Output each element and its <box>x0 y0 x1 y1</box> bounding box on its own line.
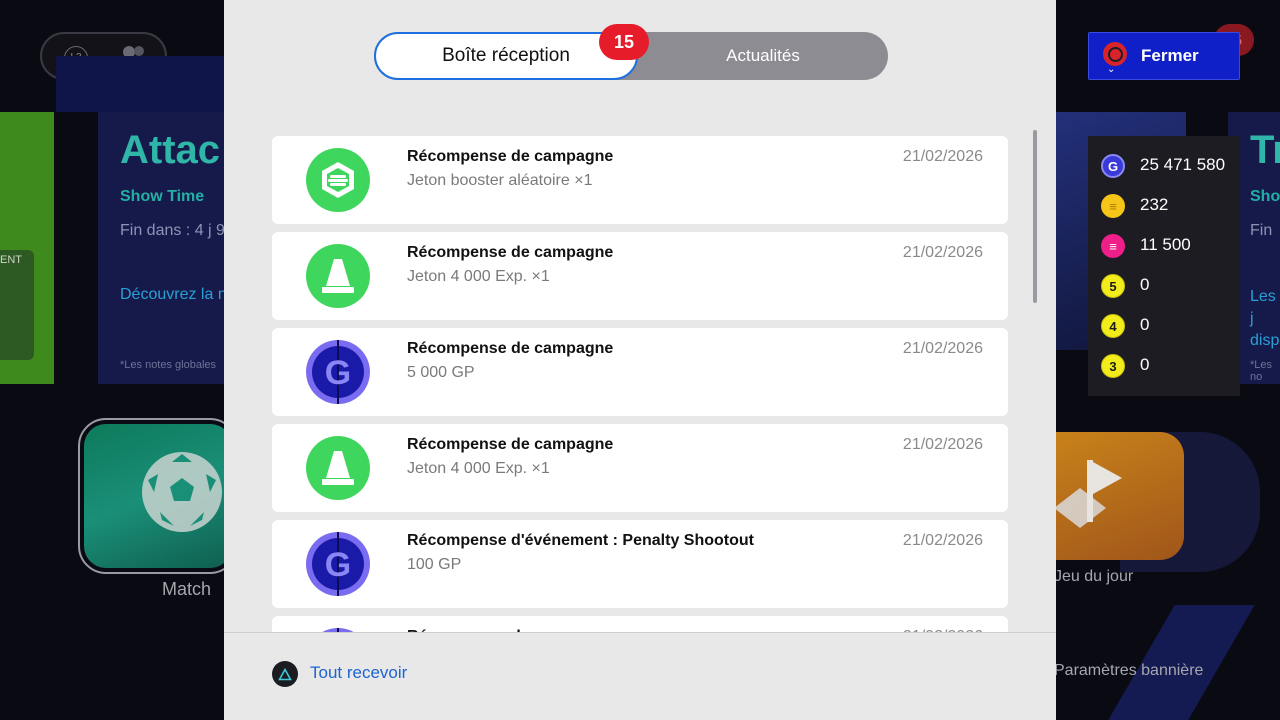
message-item[interactable]: G Récompense d'événement : Penalty Shooto… <box>272 520 1008 608</box>
banner-top-band <box>56 56 226 112</box>
message-subtitle: Jeton booster aléatoire ×1 <box>407 172 593 189</box>
gp-icon: G <box>1101 154 1125 178</box>
booster-token-icon <box>306 148 370 212</box>
currency-row: ≡ 232 <box>1088 186 1240 226</box>
banner-discover: Découvrez la n <box>120 286 227 303</box>
banner-right-text: Les j disp <box>1250 288 1280 349</box>
training-cone-icon <box>306 436 370 500</box>
currency-row: 50 <box>1088 266 1240 306</box>
close-button[interactable]: ⌄ Fermer <box>1088 32 1240 80</box>
currency-row: 40 <box>1088 306 1240 346</box>
banner-settings-label: Paramètres bannière <box>1054 662 1204 679</box>
message-item[interactable]: Récompense de campagne Jeton 4 000 Exp. ×… <box>272 424 1008 512</box>
currency-value: 232 <box>1140 195 1169 214</box>
message-subtitle: 5 000 GP <box>407 364 475 381</box>
message-title: Récompense de campagne <box>407 244 614 261</box>
message-date: 21/02/2026 <box>902 244 983 261</box>
message-title: Récompense de campagne <box>407 148 614 165</box>
tab-bar: Actualités Boîte réception 15 <box>374 24 888 80</box>
message-item[interactable]: Récompense de campagne Jeton 4 000 Exp. ×… <box>272 232 1008 320</box>
currency-row: G 25 471 580 <box>1088 146 1240 186</box>
currency-value: 25 471 580 <box>1140 155 1226 174</box>
message-subtitle: Jeton 4 000 Exp. ×1 <box>407 268 550 285</box>
match-tile <box>78 418 238 574</box>
svg-text:G: G <box>325 546 351 584</box>
modal-footer: Tout recevoir <box>224 632 1056 720</box>
message-item[interactable]: G Récompense de campagne 5 000 GP 21/02/202… <box>272 328 1008 416</box>
banner-title: Attac <box>120 128 221 172</box>
banner-ends: Fin dans : 4 j 9 <box>120 222 225 239</box>
banner-right-subtitle: Sho <box>1250 188 1280 205</box>
scrollbar[interactable] <box>1033 130 1037 303</box>
training-cone-icon <box>306 244 370 308</box>
game-screen: L3 ENT Attac Show Time Fin dans : 4 j 9 … <box>0 0 1280 720</box>
currency-value: 11 500 <box>1140 235 1191 254</box>
efootball-point-icon: ≡ <box>1101 234 1125 258</box>
triangle-button-icon[interactable] <box>272 661 298 687</box>
message-title: Récompense de campagne <box>407 436 614 453</box>
receive-all-button[interactable]: Tout recevoir <box>310 663 407 683</box>
currency-row: 30 <box>1088 346 1240 386</box>
currency-panel: G 25 471 580 ≡ 232 ≡ 11 500 5 0 4 0 3 0 <box>1088 136 1240 396</box>
match-label: Match <box>162 579 212 599</box>
inbox-modal: Actualités Boîte réception 15 Récompense… <box>224 0 1056 720</box>
message-subtitle: 100 GP <box>407 556 462 573</box>
message-date: 21/02/2026 <box>902 532 983 549</box>
message-title: Récompense d'événement : Penalty Shootou… <box>407 532 754 549</box>
unread-count-badge: 15 <box>599 24 649 60</box>
gp-coin-icon: G <box>306 340 370 404</box>
message-list[interactable]: Récompense de campagne Jeton booster aléa… <box>272 136 1008 632</box>
banner-right-note: *Les no <box>1250 359 1273 383</box>
event-banner-left: Attac Show Time Fin dans : 4 j 9 Découvr… <box>98 112 228 384</box>
token-3-icon: 3 <box>1101 354 1125 378</box>
tab-news[interactable]: Actualités <box>638 32 888 80</box>
daily-game-tile <box>1054 432 1184 560</box>
chevron-down-icon: ⌄ <box>1107 64 1116 75</box>
currency-row: ≡ 11 500 <box>1088 226 1240 266</box>
message-date: 21/02/2026 <box>902 340 983 357</box>
token-4-icon: 4 <box>1101 314 1125 338</box>
soccer-ball-icon <box>142 452 222 532</box>
token-5-icon: 5 <box>1101 274 1125 298</box>
message-title: Récompense de campagne <box>407 340 614 357</box>
circle-button-icon <box>1103 42 1127 66</box>
svg-text:G: G <box>325 354 351 392</box>
banner-tag: ENT <box>0 254 22 266</box>
banner-right-ends: Fin <box>1250 222 1273 239</box>
currency-value: 0 <box>1140 275 1150 294</box>
coin-icon: ≡ <box>1101 194 1125 218</box>
message-item[interactable]: GRécompense de campagne21/02/2026 <box>272 616 1008 632</box>
currency-value: 0 <box>1140 355 1150 374</box>
banner-note: *Les notes globales <box>120 359 217 371</box>
gp-coin-icon: G <box>306 532 370 596</box>
message-date: 21/02/2026 <box>902 436 983 453</box>
daily-game-icon <box>1054 460 1122 528</box>
message-date: 21/02/2026 <box>902 148 983 165</box>
message-item[interactable]: Récompense de campagne Jeton booster aléa… <box>272 136 1008 224</box>
banner-right-title: Tr <box>1250 128 1280 172</box>
banner-subtitle: Show Time <box>120 188 205 205</box>
daily-game-label: Jeu du jour <box>1054 568 1134 585</box>
message-subtitle: Jeton 4 000 Exp. ×1 <box>407 460 550 477</box>
currency-value: 0 <box>1140 315 1150 334</box>
close-button-label: Fermer <box>1141 46 1199 65</box>
